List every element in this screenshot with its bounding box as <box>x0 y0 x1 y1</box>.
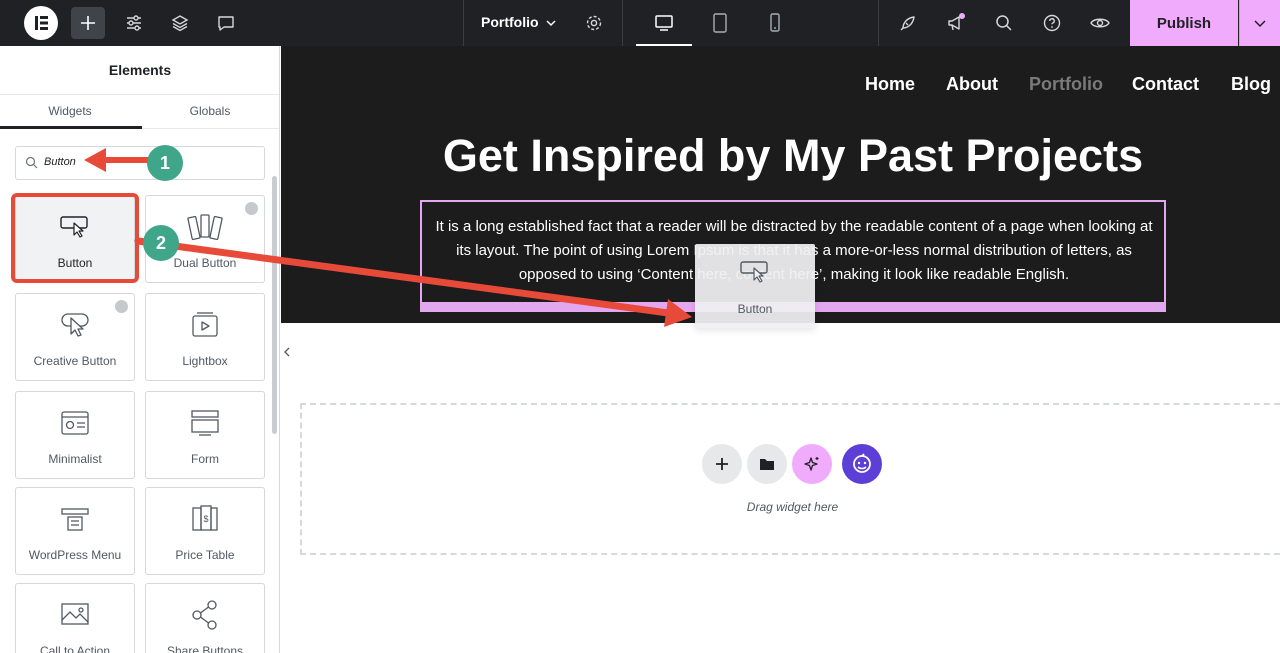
form-icon <box>146 406 264 440</box>
tablet-icon <box>713 13 727 33</box>
highlight-box <box>11 193 139 283</box>
search-box <box>15 146 265 180</box>
gear-icon <box>586 15 602 31</box>
elements-panel: Elements Widgets Globals Button Dual But… <box>0 46 280 653</box>
widget-label: Form <box>191 452 219 466</box>
divider <box>0 94 279 95</box>
ai-builder-button[interactable] <box>792 444 832 484</box>
widget-label: Lightbox <box>182 354 228 368</box>
mobile-icon <box>770 13 780 32</box>
tab-widgets[interactable]: Widgets <box>0 104 140 118</box>
megaphone-icon <box>948 13 965 31</box>
desktop-icon <box>655 15 673 31</box>
add-icon <box>716 458 728 470</box>
widget-call-to-action[interactable]: Call to Action <box>15 583 135 653</box>
price-table-icon: $ <box>146 502 264 536</box>
elementskit-button[interactable] <box>842 444 882 484</box>
widget-search-input[interactable] <box>44 156 244 168</box>
minimalist-card-icon <box>16 406 134 440</box>
collapse-panel-button[interactable] <box>280 338 294 366</box>
site-launch-button[interactable] <box>891 7 925 39</box>
widget-share-buttons[interactable]: Share Buttons <box>145 583 265 653</box>
button-cursor-icon <box>695 258 815 286</box>
widget-label: WordPress Menu <box>28 548 122 562</box>
search-icon <box>25 156 38 169</box>
help-icon <box>1043 14 1061 32</box>
tab-globals[interactable]: Globals <box>140 104 279 118</box>
widget-label: Price Table <box>175 548 235 562</box>
panel-title: Elements <box>108 62 172 78</box>
share-icon <box>146 598 264 632</box>
toolbar-divider <box>463 0 464 46</box>
settings-sliders-icon <box>127 15 141 31</box>
page-settings-button[interactable] <box>577 7 611 39</box>
panel-scrollbar[interactable] <box>272 176 277 434</box>
tablet-view-button[interactable] <box>703 7 737 39</box>
comments-icon <box>218 16 234 31</box>
structure-button[interactable] <box>163 7 197 39</box>
chevron-left-icon <box>284 347 290 357</box>
dragged-widget-label: Button <box>737 302 773 316</box>
site-settings-button[interactable] <box>117 7 151 39</box>
widget-creative-button[interactable]: Creative Button <box>15 293 135 381</box>
desktop-view-button[interactable] <box>647 7 681 39</box>
eye-icon <box>1090 18 1110 28</box>
nav-about[interactable]: About <box>946 74 998 95</box>
top-toolbar: Portfolio Publish <box>0 0 1280 46</box>
nav-home[interactable]: Home <box>865 74 915 95</box>
creative-button-icon <box>16 308 134 342</box>
widget-price-table[interactable]: $ Price Table <box>145 487 265 575</box>
publish-button[interactable]: Publish <box>1130 0 1238 46</box>
widget-label: Minimalist <box>48 452 102 466</box>
elementskit-icon <box>853 453 871 473</box>
mobile-view-button[interactable] <box>758 7 792 39</box>
comments-button[interactable] <box>209 7 243 39</box>
elementor-logo-icon[interactable] <box>24 6 58 40</box>
widget-label: Share Buttons <box>166 644 244 653</box>
add-template-button[interactable] <box>747 444 787 484</box>
whats-new-button[interactable] <box>939 7 973 39</box>
add-icon <box>81 16 95 30</box>
help-button[interactable] <box>1035 7 1069 39</box>
add-element-button[interactable] <box>71 7 105 39</box>
toolbar-divider <box>878 0 879 46</box>
dragged-widget-preview: Button <box>695 244 815 328</box>
call-to-action-icon <box>16 598 134 632</box>
widget-label: Call to Action <box>39 644 111 653</box>
folder-icon <box>760 459 774 470</box>
chevron-down-icon[interactable] <box>544 16 558 30</box>
toolbar-divider <box>622 0 623 46</box>
widget-wordpress-menu[interactable]: WordPress Menu <box>15 487 135 575</box>
page-title[interactable]: Get Inspired by My Past Projects <box>281 130 1280 182</box>
preview-button[interactable] <box>1083 7 1117 39</box>
widget-label: Creative Button <box>33 354 117 368</box>
ai-sparkle-icon <box>804 457 819 471</box>
active-tab-indicator <box>0 126 142 129</box>
search-icon <box>996 15 1012 31</box>
lightbox-icon <box>146 308 264 342</box>
rocket-icon <box>900 16 915 31</box>
layers-icon <box>171 15 189 32</box>
empty-drop-zone[interactable] <box>300 403 1280 555</box>
page-name[interactable]: Portfolio <box>481 14 539 30</box>
nav-blog[interactable]: Blog <box>1231 74 1271 95</box>
widget-lightbox[interactable]: Lightbox <box>145 293 265 381</box>
finder-button[interactable] <box>987 7 1021 39</box>
widget-minimalist[interactable]: Minimalist <box>15 391 135 479</box>
step-badge-2: 2 <box>143 225 179 261</box>
svg-text:$: $ <box>203 514 208 524</box>
wordpress-menu-icon <box>16 502 134 536</box>
add-section-button[interactable] <box>702 444 742 484</box>
drop-zone-label: Drag widget here <box>746 500 839 514</box>
widget-form[interactable]: Form <box>145 391 265 479</box>
chevron-down-icon <box>1254 20 1266 28</box>
step-badge-1: 1 <box>147 145 183 181</box>
publish-options-button[interactable] <box>1239 0 1280 46</box>
nav-portfolio[interactable]: Portfolio <box>1029 74 1103 95</box>
nav-contact[interactable]: Contact <box>1132 74 1199 95</box>
